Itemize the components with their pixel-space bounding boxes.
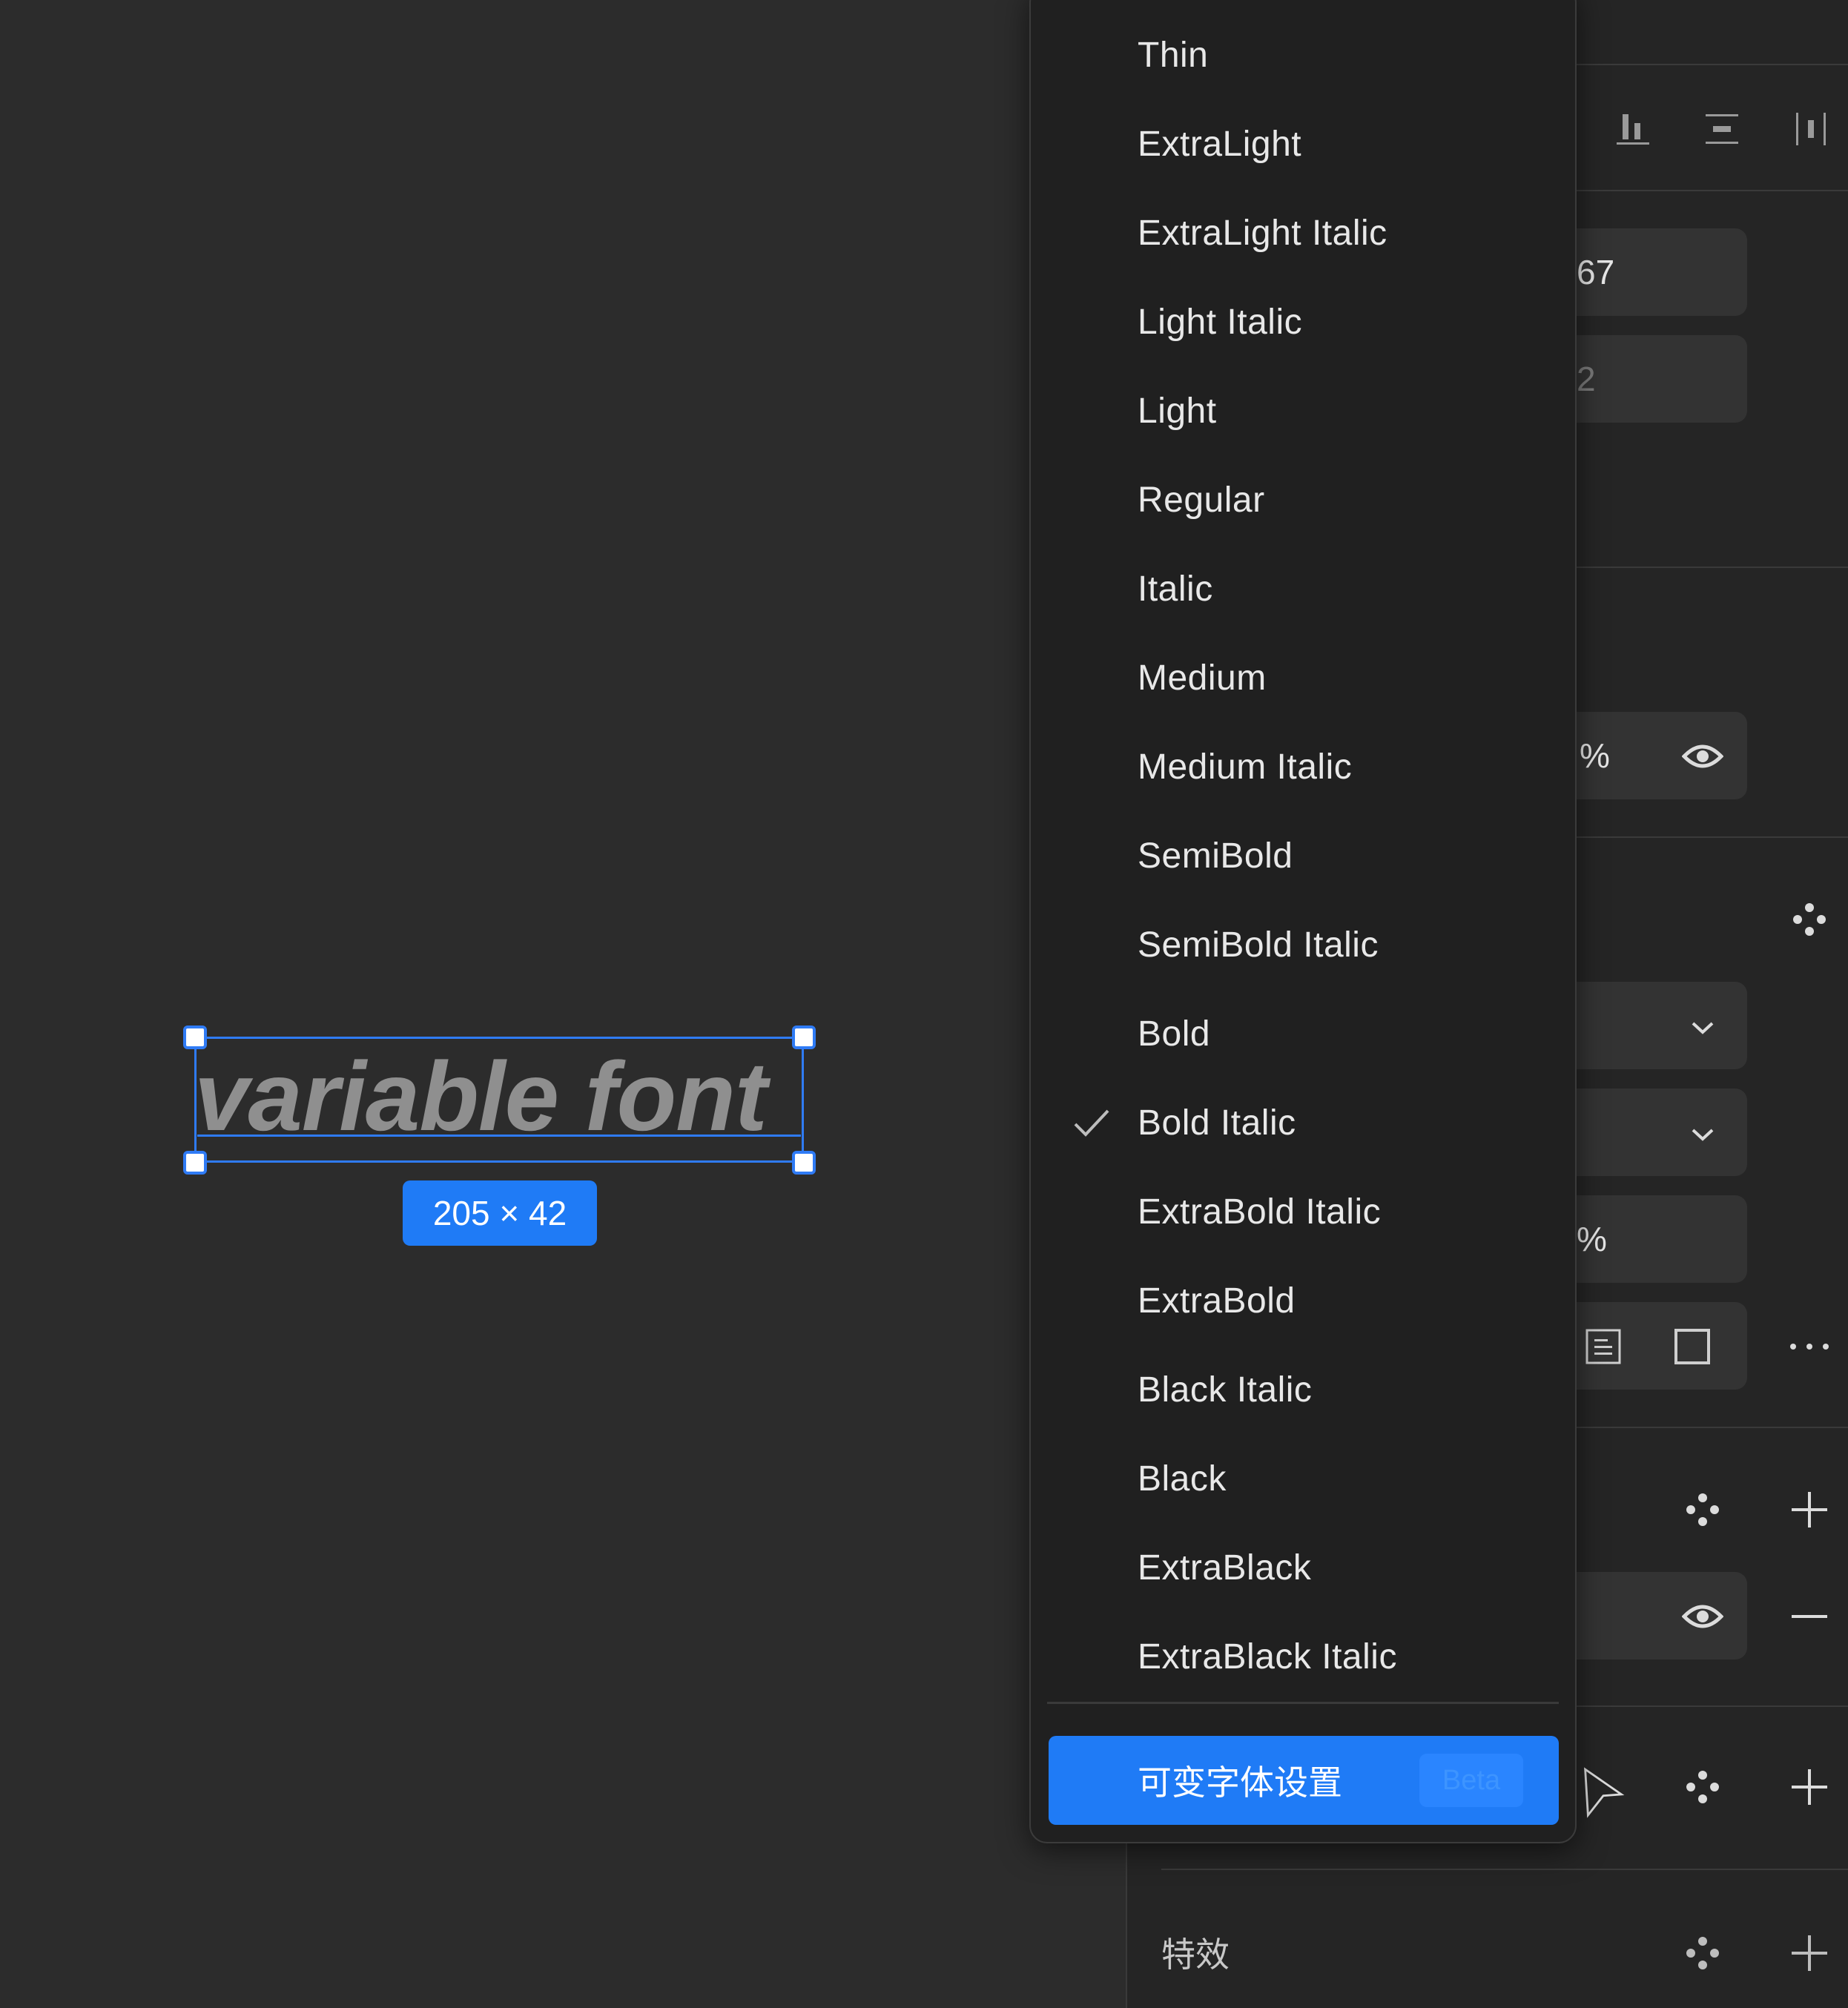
resize-handle-top-right[interactable] (792, 1026, 816, 1049)
option-label: Thin (1138, 35, 1209, 75)
component-icon[interactable] (1787, 897, 1832, 942)
option-label: Light (1138, 391, 1217, 431)
more-icon[interactable] (1787, 1324, 1832, 1369)
menu-divider (1047, 1702, 1559, 1704)
option-label: ExtraBlack Italic (1138, 1637, 1397, 1677)
resize-handle-bottom-right[interactable] (792, 1151, 816, 1175)
font-style-dropdown: Thin ExtraLight ExtraLight Italic Light … (1029, 0, 1577, 1843)
eye-icon[interactable] (1680, 734, 1725, 779)
align-center-icon[interactable] (1700, 107, 1744, 151)
font-style-option[interactable]: Light Italic (1031, 280, 1575, 363)
option-label: ExtraBold (1138, 1281, 1296, 1321)
distribute-icon[interactable] (1789, 107, 1833, 151)
component-icon[interactable] (1680, 1931, 1725, 1975)
resize-handle-top-left[interactable] (183, 1026, 207, 1049)
font-style-option[interactable]: Light (1031, 369, 1575, 452)
beta-badge: Beta (1419, 1754, 1523, 1807)
cursor-icon (1581, 1767, 1626, 1818)
plus-icon[interactable] (1787, 1931, 1832, 1975)
variable-font-settings-button[interactable]: 可变字体设置 Beta (1049, 1736, 1559, 1825)
check-icon (1074, 1109, 1109, 1137)
option-label: ExtraBold Italic (1138, 1192, 1382, 1232)
resize-handle-bottom-left[interactable] (183, 1151, 207, 1175)
x-position-value: 67 (1577, 253, 1615, 291)
panel-divider (1161, 1869, 1848, 1870)
font-style-option[interactable]: Regular (1031, 458, 1575, 541)
option-label: Italic (1138, 569, 1213, 609)
option-label: ExtraLight Italic (1138, 213, 1387, 253)
option-label: ExtraBlack (1138, 1548, 1312, 1588)
chevron-down-icon (1680, 1112, 1725, 1157)
effects-label: 特效 (1161, 1935, 1230, 1975)
font-style-option[interactable]: Medium Italic (1031, 725, 1575, 808)
minus-icon[interactable] (1787, 1594, 1832, 1639)
chevron-down-icon (1680, 1005, 1725, 1050)
align-bottom-icon[interactable] (1611, 107, 1655, 151)
option-label: SemiBold (1138, 836, 1293, 876)
line-height-suffix: % (1577, 1220, 1607, 1258)
font-style-option-selected[interactable]: Bold Italic (1031, 1081, 1575, 1164)
variable-font-settings-label: 可变字体设置 (1138, 1763, 1342, 1803)
text-baseline-indicator (197, 1135, 801, 1137)
square-icon[interactable] (1670, 1324, 1715, 1369)
sample-text: variable font (194, 1042, 768, 1151)
font-style-option[interactable]: Black Italic (1031, 1348, 1575, 1431)
font-style-option[interactable]: Medium (1031, 636, 1575, 719)
option-label: Light Italic (1138, 302, 1303, 342)
font-style-option[interactable]: ExtraLight (1031, 102, 1575, 185)
plus-icon[interactable] (1787, 1487, 1832, 1532)
y-position-value: 2 (1577, 360, 1596, 398)
option-label: Black (1138, 1459, 1227, 1499)
option-label: Bold Italic (1138, 1103, 1296, 1143)
opacity-suffix: % (1580, 736, 1610, 775)
font-style-option[interactable]: SemiBold Italic (1031, 903, 1575, 986)
option-label: Medium (1138, 658, 1267, 698)
font-style-option[interactable]: ExtraBold Italic (1031, 1170, 1575, 1253)
component-icon[interactable] (1680, 1765, 1725, 1809)
font-style-option[interactable]: Italic (1031, 547, 1575, 630)
option-label: Black Italic (1138, 1370, 1313, 1410)
option-label: Medium Italic (1138, 747, 1353, 787)
font-style-option[interactable]: Black (1031, 1437, 1575, 1520)
dimension-badge: 205 × 42 (403, 1180, 597, 1246)
font-style-option[interactable]: SemiBold (1031, 814, 1575, 897)
eye-icon[interactable] (1680, 1594, 1725, 1639)
font-style-option[interactable]: ExtraBold (1031, 1259, 1575, 1342)
option-label: SemiBold Italic (1138, 925, 1379, 965)
font-style-option[interactable]: Bold (1031, 992, 1575, 1075)
plus-icon[interactable] (1787, 1765, 1832, 1809)
text-box-icon[interactable] (1581, 1324, 1626, 1369)
font-style-option[interactable]: Thin (1031, 13, 1575, 96)
font-style-option[interactable]: ExtraBlack (1031, 1526, 1575, 1609)
option-label: ExtraLight (1138, 124, 1302, 164)
design-canvas[interactable]: variable font 205 × 42 (0, 0, 1126, 2008)
text-layer[interactable]: variable font (194, 1037, 804, 1163)
option-label: Regular (1138, 480, 1265, 520)
font-style-option[interactable]: ExtraLight Italic (1031, 191, 1575, 274)
font-style-option[interactable]: ExtraBlack Italic (1031, 1615, 1575, 1698)
component-icon[interactable] (1680, 1487, 1725, 1532)
option-label: Bold (1138, 1014, 1211, 1054)
